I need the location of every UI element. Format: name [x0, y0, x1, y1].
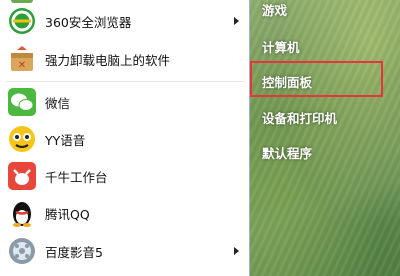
- link-default-programs[interactable]: 默认程序: [262, 143, 312, 162]
- 360-browser-icon: [7, 6, 37, 36]
- link-computer[interactable]: 计算机: [262, 37, 300, 56]
- program-item-yy[interactable]: YY语音: [0, 121, 249, 157]
- program-label: 百度影音5: [45, 244, 103, 260]
- qianniu-icon: [7, 161, 37, 191]
- programs-pane: 360安全浏览器 ✕ 强力卸载电脑上的软件 微信 YY语音 千牛工作台 腾讯QQ…: [0, 0, 250, 276]
- program-item-baidu-video[interactable]: 百度影音5: [0, 233, 249, 269]
- program-label: 360安全浏览器: [45, 14, 132, 30]
- uninstall-box-icon: ✕: [7, 44, 37, 74]
- program-item-uninstall[interactable]: ✕ 强力卸载电脑上的软件: [0, 41, 249, 77]
- aero-links-pane: 游戏 计算机 控制面板 设备和打印机 默认程序: [250, 0, 400, 276]
- svg-text:✕: ✕: [18, 60, 26, 71]
- highlight-box: [250, 61, 383, 97]
- submenu-arrow-icon: [234, 247, 239, 255]
- program-label: 微信: [45, 95, 71, 111]
- program-item-qianniu[interactable]: 千牛工作台: [0, 158, 249, 194]
- separator: [6, 81, 244, 82]
- baidu-video-icon: [7, 236, 37, 266]
- program-item-wechat[interactable]: 微信: [0, 84, 249, 120]
- program-label: 强力卸载电脑上的软件: [45, 52, 171, 68]
- qq-penguin-icon: [7, 198, 37, 228]
- wechat-icon: [7, 87, 37, 117]
- link-devices-and-printers[interactable]: 设备和打印机: [262, 108, 337, 127]
- link-games[interactable]: 游戏: [262, 0, 287, 19]
- submenu-arrow-icon: [234, 17, 239, 25]
- program-item-qq[interactable]: 腾讯QQ: [0, 195, 249, 231]
- program-label: 腾讯QQ: [45, 206, 90, 222]
- yy-voice-icon: [7, 124, 37, 154]
- program-label: YY语音: [45, 132, 86, 148]
- program-item-360-browser[interactable]: 360安全浏览器: [0, 3, 249, 39]
- program-label: 千牛工作台: [45, 169, 108, 185]
